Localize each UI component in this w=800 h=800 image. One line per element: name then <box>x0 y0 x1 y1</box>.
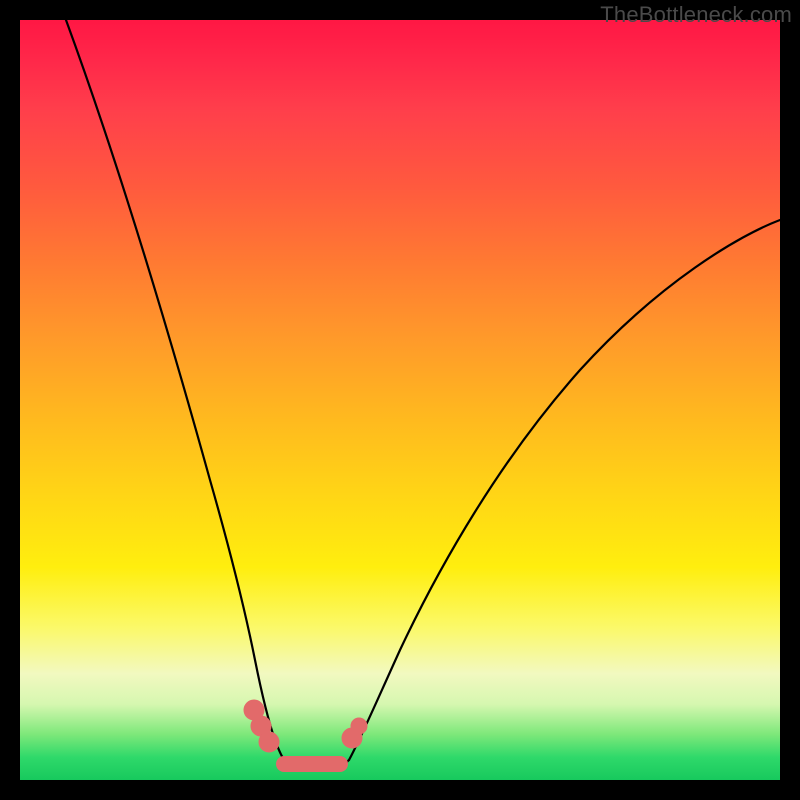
left-branch-curve <box>66 20 283 758</box>
marker-left-3 <box>259 732 279 752</box>
marker-right-2 <box>351 718 367 734</box>
valley-floor-marker <box>276 756 348 772</box>
right-branch-curve <box>349 220 780 760</box>
curves-svg <box>20 20 780 780</box>
